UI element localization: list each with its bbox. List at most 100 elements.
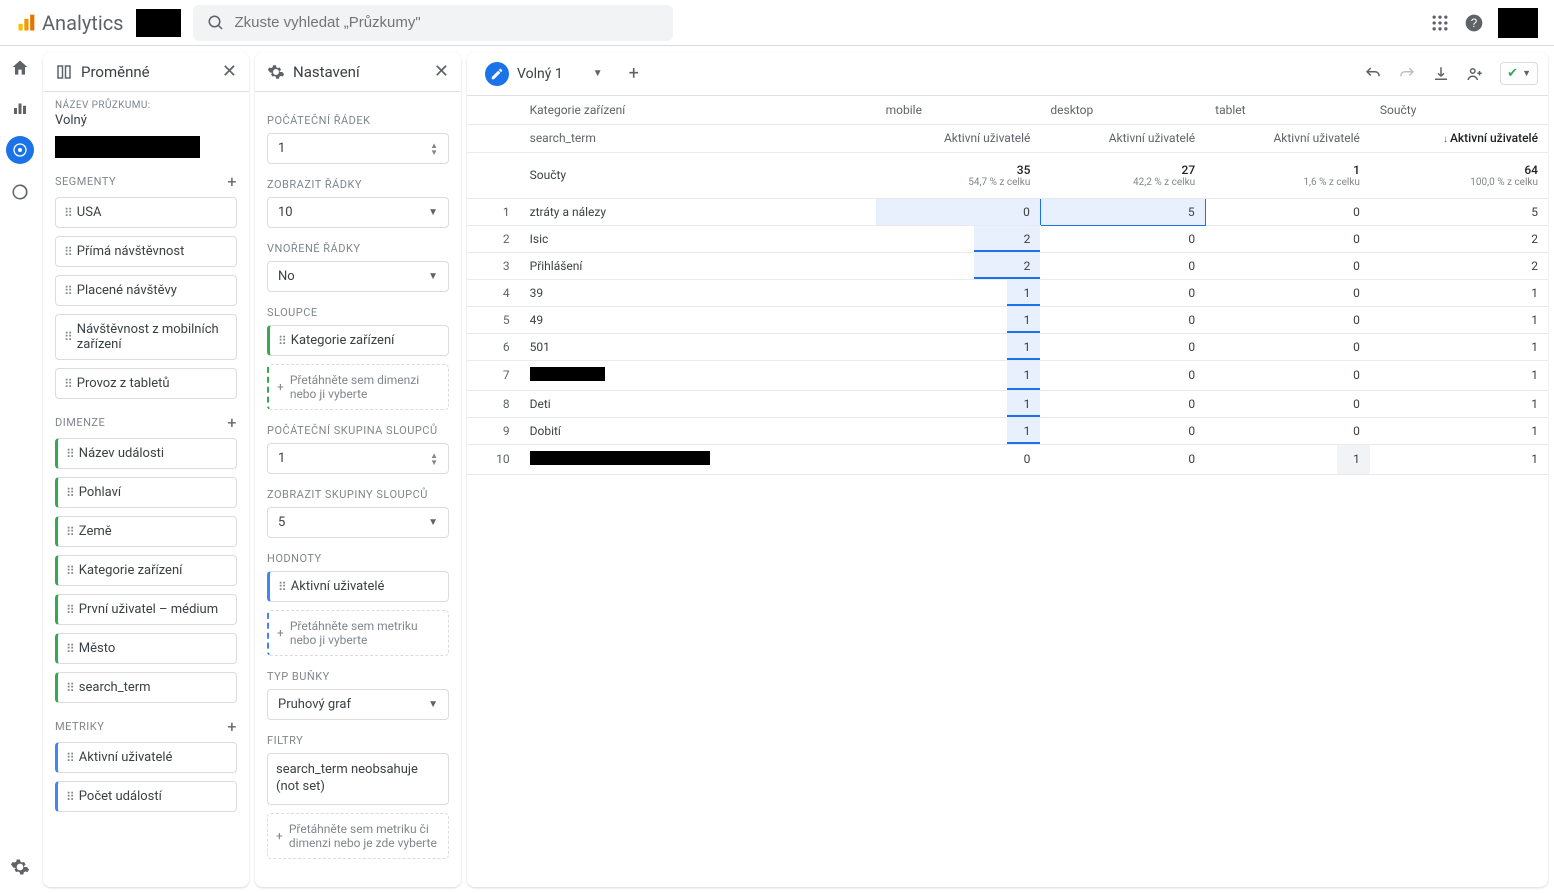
value-chip[interactable]: ⠿Aktivní uživatelé (267, 571, 449, 602)
chevron-down-icon[interactable]: ▼ (593, 68, 603, 79)
metric-label[interactable]: Aktivní uživatelé (1205, 124, 1370, 152)
chip-item[interactable]: ⠿Přímá návštěvnost (55, 236, 237, 267)
metric-label[interactable]: Aktivní uživatelé (1040, 124, 1205, 152)
show-rows-select[interactable]: 10▼ (267, 197, 449, 228)
table-row[interactable]: 2Isic2002 (467, 225, 1548, 252)
chip-item[interactable]: ⠿Placené návštěvy (55, 275, 237, 306)
metric-label-sorted[interactable]: ↓Aktivní uživatelé (1370, 124, 1548, 152)
add-tab-button[interactable]: + (621, 59, 647, 88)
table-row[interactable]: 71001 (467, 360, 1548, 390)
redacted-block (1498, 8, 1538, 38)
help-icon[interactable]: ? (1464, 13, 1484, 33)
grip-icon: ⠿ (64, 377, 71, 391)
chip-item[interactable]: ⠿Země (55, 516, 237, 547)
value-dropzone[interactable]: +Přetáhněte sem metriku nebo ji vyberte (267, 610, 449, 656)
table-row[interactable]: 65011001 (467, 333, 1548, 360)
show-col-groups-label: ZOBRAZIT SKUPINY SLOUPCŮ (267, 488, 449, 501)
header-category: Kategorie zařízení (520, 96, 876, 124)
grip-icon: ⠿ (66, 681, 73, 695)
chip-item[interactable]: ⠿Název události (55, 438, 237, 469)
filter-chip[interactable]: search_term neobsahuje (not set) (267, 753, 449, 805)
col-mobile[interactable]: mobile (876, 96, 1041, 124)
col-desktop[interactable]: desktop (1040, 96, 1205, 124)
redo-icon[interactable] (1398, 65, 1416, 83)
nav-reports-icon[interactable] (8, 96, 32, 120)
column-dropzone[interactable]: +Přetáhněte sem dimenzi nebo ji vyberte (267, 364, 449, 410)
grip-icon: ⠿ (66, 642, 73, 656)
grip-icon: ⠿ (64, 284, 71, 298)
chip-item[interactable]: ⠿Pohlaví (55, 477, 237, 508)
table-row[interactable]: 5491001 (467, 306, 1548, 333)
start-row-label: POČÁTEČNÍ ŘÁDEK (267, 114, 449, 127)
grip-icon: ⠿ (66, 603, 73, 617)
grip-icon: ⠿ (66, 564, 73, 578)
table-row[interactable]: 9Dobití1001 (467, 417, 1548, 444)
dimensions-section-label: DIMENZE+ (55, 413, 237, 432)
analytics-logo-icon (16, 13, 36, 33)
table-row[interactable]: 100011 (467, 444, 1548, 474)
search-input[interactable] (235, 14, 659, 31)
variables-panel: Proměnné ✕ NÁZEV PRŮZKUMU: Volný SEGMENT… (43, 52, 249, 887)
close-icon[interactable]: ✕ (434, 61, 449, 82)
apps-icon[interactable] (1430, 13, 1450, 33)
col-tablet[interactable]: tablet (1205, 96, 1370, 124)
share-icon[interactable] (1466, 65, 1484, 83)
table-row[interactable]: 8Deti1001 (467, 390, 1548, 417)
nav-home-icon[interactable] (8, 56, 32, 80)
grip-icon: ⠿ (278, 334, 285, 348)
add-dimension-icon[interactable]: + (227, 413, 237, 432)
chevron-down-icon: ▼ (428, 699, 438, 710)
columns-label: SLOUPCE (267, 306, 449, 319)
chip-item[interactable]: ⠿Aktivní uživatelé (55, 742, 237, 773)
show-col-groups-select[interactable]: 5▼ (267, 507, 449, 538)
table-row[interactable]: 4391001 (467, 279, 1548, 306)
undo-icon[interactable] (1364, 65, 1382, 83)
col-totals[interactable]: Součty (1370, 96, 1548, 124)
grip-icon: ⠿ (64, 330, 71, 344)
close-icon[interactable]: ✕ (222, 61, 237, 82)
nested-rows-select[interactable]: No▼ (267, 261, 449, 292)
exploration-name-value[interactable]: Volný (55, 113, 237, 128)
start-col-group-input[interactable]: 1▲▼ (267, 443, 449, 474)
tab-name: Volný 1 (517, 66, 563, 82)
table-row[interactable]: 1ztráty a nálezy0505 (467, 198, 1548, 225)
download-icon[interactable] (1432, 65, 1450, 83)
add-metric-icon[interactable]: + (227, 717, 237, 736)
analytics-logo: Analytics (16, 11, 124, 35)
column-chip[interactable]: ⠿Kategorie zařízení (267, 325, 449, 356)
edit-icon (485, 62, 509, 86)
chip-item[interactable]: ⠿Návštěvnost z mobilních zařízení (55, 314, 237, 360)
nested-rows-label: VNOŘENÉ ŘÁDKY (267, 242, 449, 255)
chip-item[interactable]: ⠿USA (55, 197, 237, 228)
add-segment-icon[interactable]: + (227, 172, 237, 191)
tab-bar: Volný 1 ▼ + ✔▼ (467, 52, 1548, 96)
grip-icon: ⠿ (66, 447, 73, 461)
spinner-icon: ▲▼ (430, 142, 438, 156)
chip-item[interactable]: ⠿Město (55, 633, 237, 664)
filter-dropzone[interactable]: +Přetáhněte sem metriku či dimenzi nebo … (267, 813, 449, 859)
nav-admin-icon[interactable] (8, 855, 32, 879)
settings-panel: Nastavení ✕ POČÁTEČNÍ ŘÁDEK 1▲▼ ZOBRAZIT… (255, 52, 461, 887)
tab-active[interactable]: Volný 1 ▼ (477, 58, 611, 90)
variables-icon (55, 63, 73, 81)
grip-icon: ⠿ (66, 751, 73, 765)
nav-explore-icon[interactable] (6, 136, 34, 164)
chip-item[interactable]: ⠿Provoz z tabletů (55, 368, 237, 399)
values-label: HODNOTY (267, 552, 449, 565)
data-table: Kategorie zařízení mobile desktop tablet… (467, 96, 1548, 475)
variables-header: Proměnné ✕ (43, 52, 249, 92)
totals-label: Součty (520, 152, 876, 198)
metric-label[interactable]: Aktivní uživatelé (876, 124, 1041, 152)
cell-type-select[interactable]: Pruhový graf▼ (267, 689, 449, 720)
status-indicator[interactable]: ✔▼ (1500, 62, 1538, 85)
chip-item[interactable]: ⠿První uživatel – médium (55, 594, 237, 625)
nav-advertising-icon[interactable] (8, 180, 32, 204)
search-bar[interactable] (193, 5, 673, 41)
totals-row: Součty 3554,7 % z celku 2742,2 % z celku… (467, 152, 1548, 198)
chip-item[interactable]: ⠿search_term (55, 672, 237, 703)
chip-item[interactable]: ⠿Počet událostí (55, 781, 237, 812)
start-row-input[interactable]: 1▲▼ (267, 133, 449, 164)
redacted-block (136, 9, 181, 37)
chip-item[interactable]: ⠿Kategorie zařízení (55, 555, 237, 586)
table-row[interactable]: 3Přihlášení2002 (467, 252, 1548, 279)
